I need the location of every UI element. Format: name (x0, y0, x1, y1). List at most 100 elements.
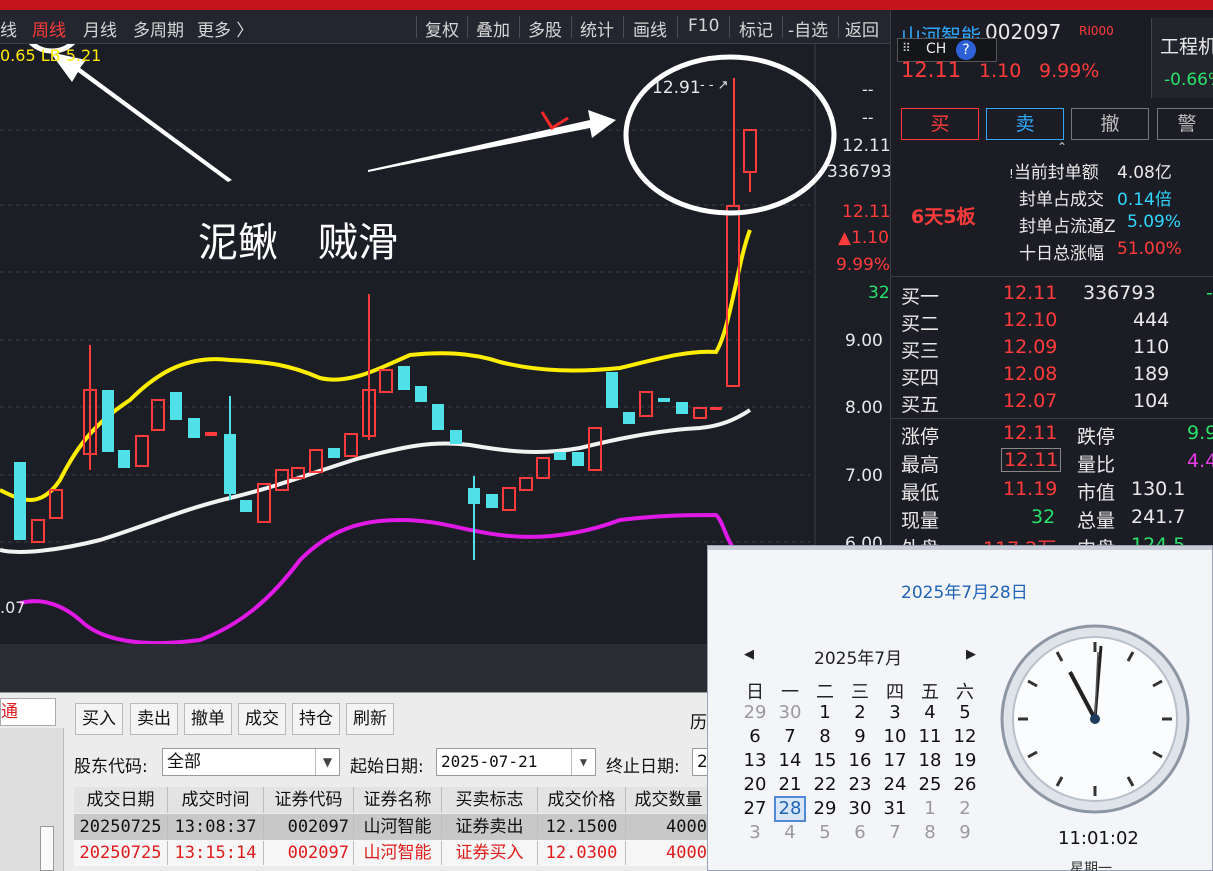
detail-value: 12.11 (1003, 422, 1058, 444)
calendar-day[interactable]: 18 (914, 750, 946, 771)
adjust-button[interactable]: 复权 (425, 16, 459, 41)
calendar-day[interactable]: 24 (879, 774, 911, 795)
holder-select[interactable]: 全部 ▼ (162, 748, 340, 776)
prev-month-icon[interactable]: ◀ (744, 647, 754, 662)
calendar-day[interactable]: 17 (879, 750, 911, 771)
back-button[interactable]: 返回 (845, 16, 879, 41)
calendar-day[interactable]: 6 (739, 726, 771, 747)
calendar-day[interactable]: 31 (879, 798, 911, 819)
calendar-day[interactable]: 3 (739, 822, 771, 843)
next-month-icon[interactable]: ▶ (966, 647, 976, 662)
calendar-day[interactable]: 14 (774, 750, 806, 771)
calendar-day[interactable]: 6 (844, 822, 876, 843)
calendar-day[interactable]: 9 (844, 726, 876, 747)
calendar-day[interactable]: 12 (949, 726, 981, 747)
detail-label: 总量 (1077, 510, 1116, 532)
calendar-day[interactable]: 30 (844, 798, 876, 819)
stat-value: 5.09% (1127, 212, 1182, 232)
overlay-button[interactable]: 叠加 (476, 16, 510, 41)
calendar-day[interactable]: 2 (949, 798, 981, 819)
calendar-day[interactable]: 22 (809, 774, 841, 795)
chevron-down-icon[interactable]: ▼ (315, 749, 339, 775)
sell-button[interactable]: 卖 (986, 108, 1064, 140)
quote-panel: 山河智能 002097 RI000 ⠿ CH ? 12.11 1.10 9.99… (890, 10, 1213, 560)
remove-watchlist-button[interactable]: -自选 (788, 16, 828, 41)
indicator-readout: 0.65 LB 5.21 (0, 46, 102, 65)
refresh-button[interactable]: 刷新 (346, 703, 394, 735)
withdraw-button[interactable]: 撤单 (184, 703, 232, 735)
calendar-day[interactable]: 7 (774, 726, 806, 747)
detail-label: 量比 (1077, 454, 1116, 476)
calendar-day[interactable]: 26 (949, 774, 981, 795)
last-price: 12.11 (901, 58, 962, 82)
calendar-day[interactable]: 29 (739, 702, 771, 723)
tab-weekly[interactable]: 周线 (32, 16, 66, 41)
buy-button[interactable]: 买 (901, 108, 979, 140)
history-label[interactable]: 历 (690, 708, 707, 733)
calendar-day[interactable]: 1 (914, 798, 946, 819)
collapse-icon[interactable]: ⌃ (1057, 140, 1067, 154)
calendar-day[interactable]: 10 (879, 726, 911, 747)
calendar-day[interactable]: 15 (809, 750, 841, 771)
detail-value: 12.11 (1001, 448, 1062, 472)
positions-button[interactable]: 持仓 (292, 703, 340, 735)
f10-button[interactable]: F10 (688, 16, 719, 36)
calendar-day[interactable]: 20 (739, 774, 771, 795)
calendar-day[interactable]: 16 (844, 750, 876, 771)
calendar-day[interactable]: 30 (774, 702, 806, 723)
peak-arrow-icon: - - ↗ (700, 78, 729, 93)
draw-line-button[interactable]: 画线 (633, 16, 667, 41)
tab-daily[interactable]: 线 (0, 16, 17, 41)
detail-label: 现量 (901, 510, 940, 532)
sector-box[interactable]: 工程机 -0.66% (1151, 18, 1213, 98)
calendar-day[interactable]: 5 (809, 822, 841, 843)
filled-orders-button[interactable]: 成交 (238, 703, 286, 735)
alert-button[interactable]: 警 (1157, 108, 1213, 140)
mark-button[interactable]: 标记 (739, 16, 773, 41)
stat-value: 4.08亿 (1117, 163, 1172, 183)
multi-stock-button[interactable]: 多股 (528, 16, 562, 41)
calendar-day[interactable]: 23 (844, 774, 876, 795)
calendar-popup: 2025年7月28日 ◀ 2025年7月 ▶ 日 一 二 三 四 五 六 29 3… (707, 545, 1213, 871)
calendar-day[interactable]: 7 (879, 822, 911, 843)
stat-value: 51.00% (1117, 239, 1182, 259)
side-scrollbar[interactable] (40, 826, 54, 871)
axis-label: 12.11 (842, 202, 891, 222)
calendar-day[interactable]: 28 (774, 798, 806, 819)
upper-band-line (0, 229, 752, 502)
calendar-day[interactable]: 25 (914, 774, 946, 795)
side-tab[interactable]: 通 (0, 698, 56, 726)
month-label[interactable]: 2025年7月 (814, 644, 902, 669)
sell-out-button[interactable]: 卖出 (130, 703, 178, 735)
calendar-date-header[interactable]: 2025年7月28日 (901, 578, 1028, 603)
cancel-order-button[interactable]: 撤 (1071, 108, 1149, 140)
buy-in-button[interactable]: 买入 (75, 703, 123, 735)
statistics-button[interactable]: 统计 (580, 16, 614, 41)
change-percent: 9.99% (1039, 60, 1100, 82)
calendar-day[interactable]: 8 (914, 822, 946, 843)
calendar-day[interactable]: 11 (914, 726, 946, 747)
calendar-day[interactable]: 29 (809, 798, 841, 819)
calendar-day[interactable]: 1 (809, 702, 841, 723)
change-value: 1.10 (979, 60, 1022, 82)
tab-more[interactable]: 更多 〉 (197, 16, 253, 41)
chevron-down-icon[interactable]: ▼ (571, 749, 595, 775)
calendar-day[interactable]: 9 (949, 822, 981, 843)
calendar-day[interactable]: 3 (879, 702, 911, 723)
calendar-day[interactable]: 2 (844, 702, 876, 723)
calendar-day[interactable]: 5 (949, 702, 981, 723)
calendar-day[interactable]: 4 (914, 702, 946, 723)
annotation-text: 泥鳅 贼滑 (198, 220, 398, 266)
detail-value: 11.19 (1003, 478, 1058, 500)
calendar-day[interactable]: 4 (774, 822, 806, 843)
calendar-day[interactable]: 19 (949, 750, 981, 771)
help-icon[interactable]: ? (956, 40, 976, 60)
start-date-field[interactable]: 2025-07-21 ▼ (436, 748, 596, 776)
calendar-day[interactable]: 13 (739, 750, 771, 771)
calendar-day[interactable]: 27 (739, 798, 771, 819)
calendar-day[interactable]: 8 (809, 726, 841, 747)
tab-multi-period[interactable]: 多周期 (133, 16, 184, 41)
detail-value: 130.1 (1131, 478, 1186, 500)
tab-monthly[interactable]: 月线 (83, 16, 117, 41)
calendar-day[interactable]: 21 (774, 774, 806, 795)
